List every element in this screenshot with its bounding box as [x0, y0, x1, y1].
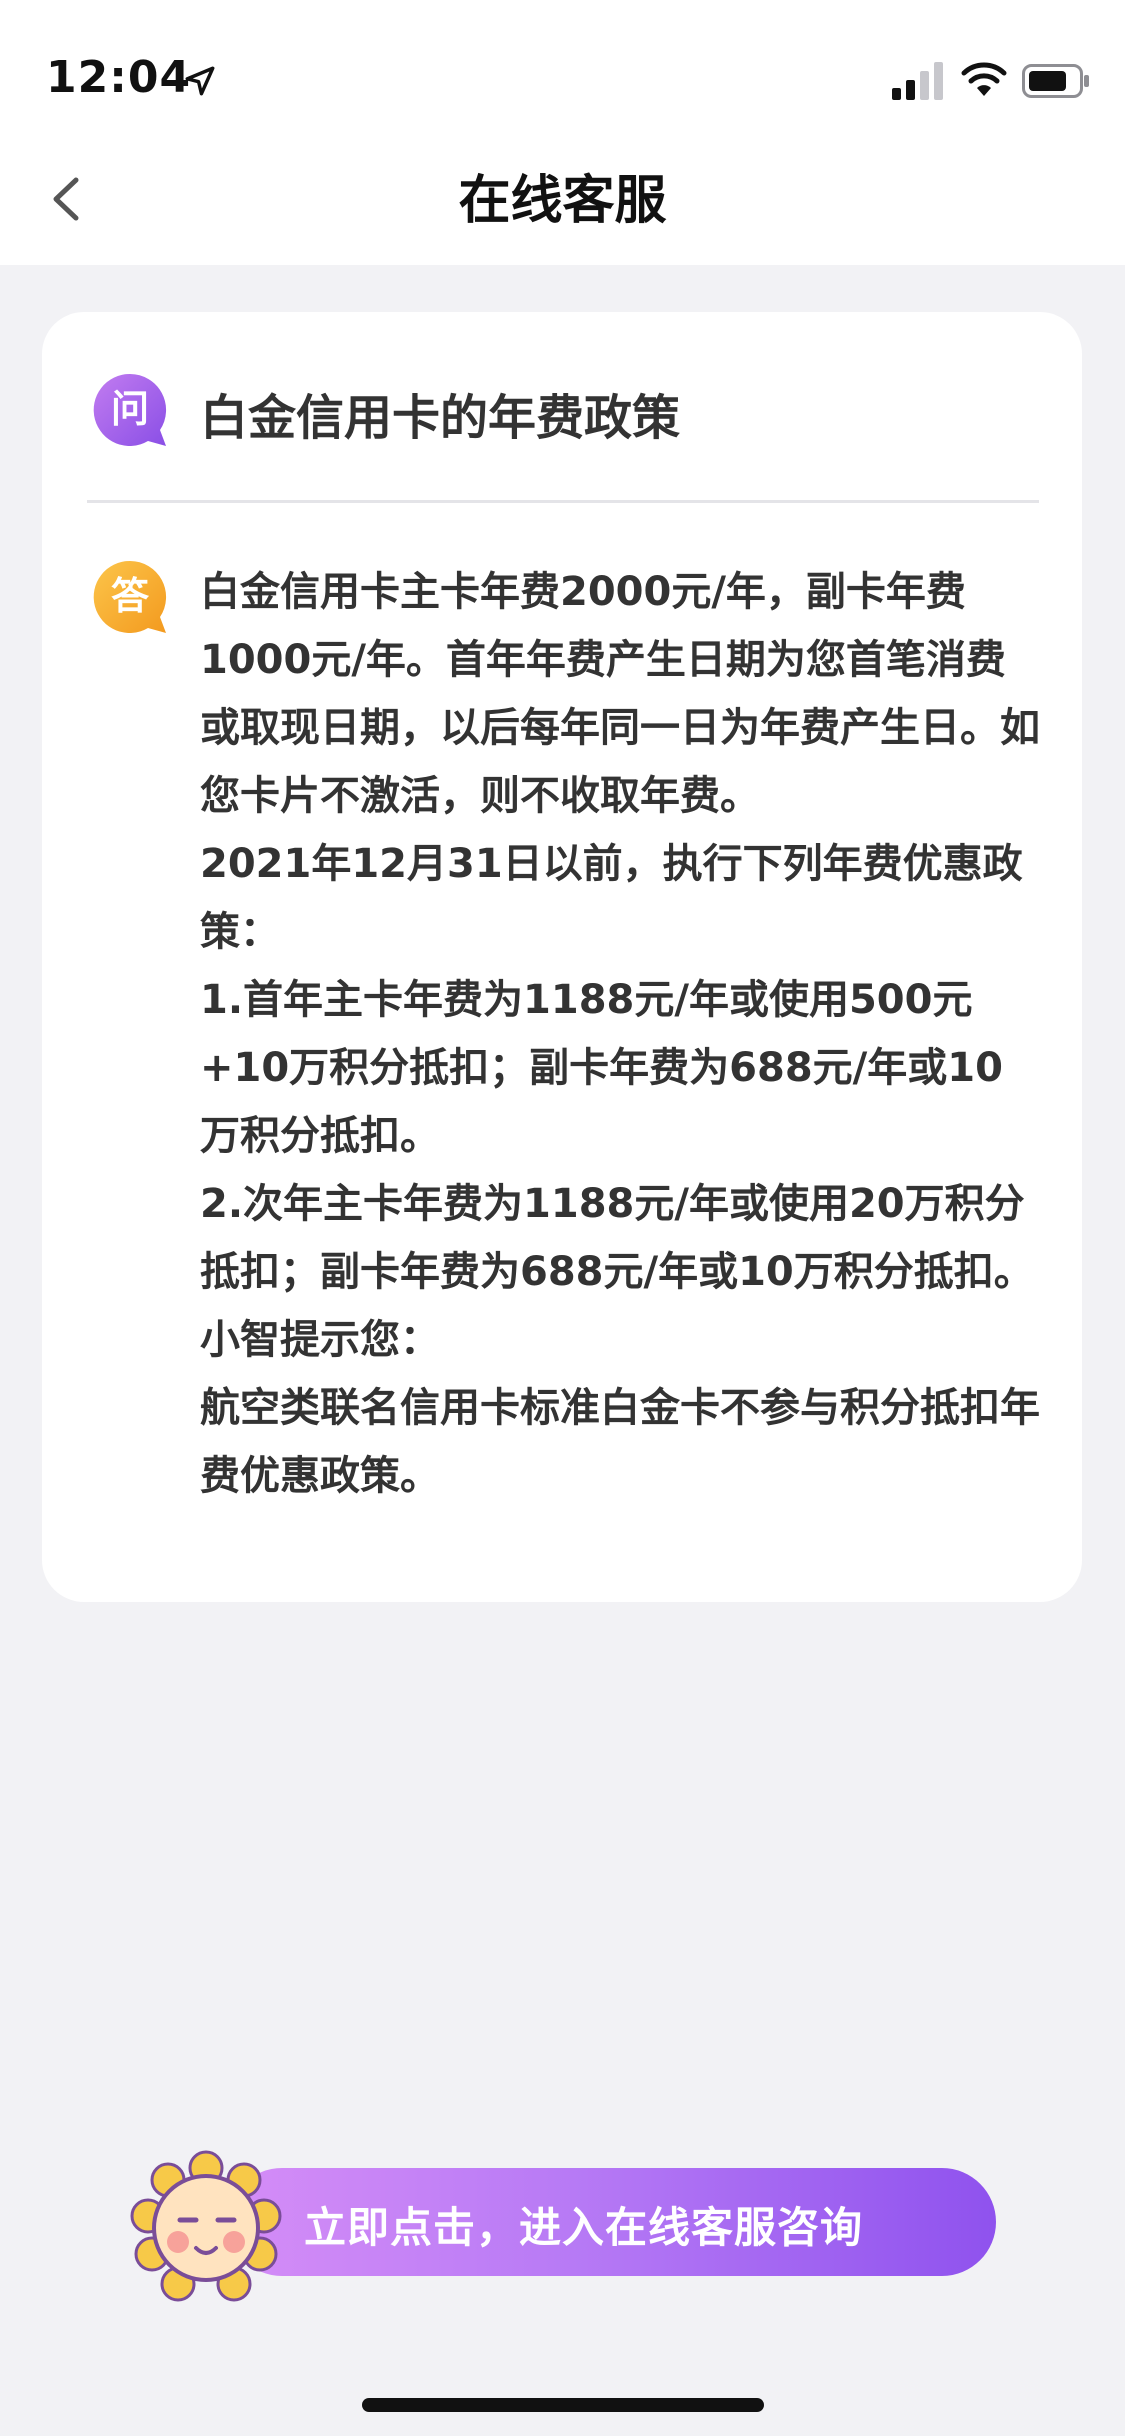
battery-icon — [1022, 64, 1089, 98]
answer-icon: 答 — [93, 560, 167, 633]
question-icon-text: 问 — [111, 387, 149, 431]
home-indicator — [362, 2398, 764, 2412]
answer-paragraph: 小智提示您： — [200, 1317, 440, 1363]
page-title: 在线客服 — [458, 171, 667, 231]
online-service-button-label[interactable]: 立即点击，进入在线客服咨询 — [304, 2194, 863, 2255]
answer-paragraph: 2.次年主卡年费为1188元/年或使用20万积分抵扣；副卡年费为688元/年或1… — [200, 1181, 1034, 1295]
location-arrow-icon — [185, 66, 215, 96]
signal-icon — [892, 62, 943, 100]
divider — [87, 500, 1039, 503]
wifi-icon — [961, 62, 1007, 96]
answer-paragraph: 白金信用卡主卡年费2000元/年，副卡年费1000元/年。首年年费产生日期为您首… — [200, 569, 1040, 819]
question-icon: 问 — [93, 373, 167, 446]
top-bar: 12:04 在线客服 — [0, 0, 1125, 265]
answer-text: 白金信用卡主卡年费2000元/年，副卡年费1000元/年。首年年费产生日期为您首… — [200, 558, 1040, 1510]
answer-paragraph: 航空类联名信用卡标准白金卡不参与积分抵扣年费优惠政策。 — [200, 1385, 1040, 1499]
question-text: 白金信用卡的年费政策 — [200, 390, 681, 446]
status-bar: 12:04 — [0, 0, 1125, 140]
status-time: 12:04 — [46, 52, 192, 103]
answer-paragraph: 1.首年主卡年费为1188元/年或使用500元+10万积分抵扣；副卡年费为688… — [200, 977, 1003, 1159]
mascot-icon — [130, 2150, 282, 2302]
answer-paragraph: 2021年12月31日以前，执行下列年费优惠政策： — [200, 841, 1023, 955]
answer-icon-text: 答 — [111, 574, 150, 618]
